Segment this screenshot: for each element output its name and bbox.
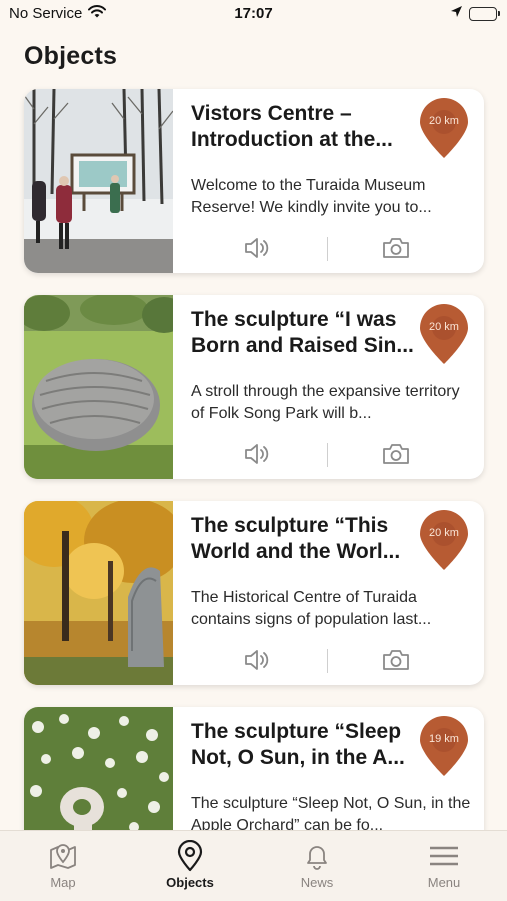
- object-title[interactable]: Vistors Centre – Introduction at the...: [191, 101, 416, 153]
- tab-label: News: [300, 875, 334, 890]
- tab-label: Map: [50, 875, 76, 890]
- actions-divider: [327, 237, 328, 261]
- bell-icon: [307, 846, 327, 870]
- speaker-icon: [245, 650, 269, 670]
- actions-divider: [327, 649, 328, 673]
- distance-badge: 20 km: [417, 98, 471, 160]
- status-time: 17:07: [234, 5, 273, 22]
- object-description: The Historical Centre of Turaida contain…: [191, 589, 432, 628]
- tab-label: Objects: [166, 875, 214, 890]
- audio-button[interactable]: [243, 235, 273, 261]
- audio-button[interactable]: [243, 647, 273, 673]
- tab-news[interactable]: News: [254, 831, 380, 901]
- object-card[interactable]: Vistors Centre – Introduction at the... …: [24, 89, 484, 273]
- object-description: A stroll through the expansive territory…: [191, 383, 460, 422]
- object-card[interactable]: The sculpture “I was Born and Raised Sin…: [24, 295, 484, 479]
- card-actions: [173, 439, 484, 469]
- object-title[interactable]: The sculpture “I was Born and Raised Sin…: [191, 307, 416, 359]
- winter-visitors-board-photo: [24, 89, 173, 273]
- map-marker-icon: [420, 716, 468, 776]
- location-arrow-icon: [450, 5, 463, 22]
- object-description: Welcome to the Turaida Museum Reserve! W…: [191, 177, 432, 216]
- map-marker-icon: [420, 98, 468, 158]
- camera-button[interactable]: [381, 235, 411, 261]
- tab-bar: Map Objects News Menu: [0, 830, 507, 901]
- camera-icon: [383, 444, 409, 464]
- object-title[interactable]: The sculpture “Sleep Not, O Sun, in the …: [191, 719, 416, 771]
- speaker-icon: [245, 238, 269, 258]
- location-pin-icon: [177, 840, 203, 872]
- tab-objects[interactable]: Objects: [127, 831, 253, 901]
- audio-button[interactable]: [243, 441, 273, 467]
- hamburger-menu-icon: [430, 846, 458, 866]
- object-title[interactable]: The sculpture “This World and the Worl..…: [191, 513, 416, 565]
- map-marker-icon: [420, 304, 468, 364]
- object-card[interactable]: The sculpture “This World and the Worl..…: [24, 501, 484, 685]
- distance-label: 20 km: [429, 321, 459, 333]
- battery-charging-icon: [469, 6, 500, 21]
- speaker-icon: [245, 444, 269, 464]
- card-actions: [173, 645, 484, 675]
- camera-icon: [383, 650, 409, 670]
- tab-map[interactable]: Map: [0, 831, 126, 901]
- tab-menu[interactable]: Menu: [381, 831, 507, 901]
- stone-sculpture-park-photo: [24, 295, 173, 479]
- distance-label: 20 km: [429, 115, 459, 127]
- distance-label: 20 km: [429, 527, 459, 539]
- autumn-sculpture-photo: [24, 501, 173, 685]
- page-title: Objects: [24, 42, 118, 70]
- distance-badge: 19 km: [417, 716, 471, 778]
- status-right: [450, 5, 500, 22]
- camera-button[interactable]: [381, 441, 411, 467]
- status-bar: No Service 17:07: [0, 0, 507, 30]
- distance-badge: 20 km: [417, 304, 471, 366]
- distance-badge: 20 km: [417, 510, 471, 572]
- camera-button[interactable]: [381, 647, 411, 673]
- camera-icon: [383, 238, 409, 258]
- card-actions: [173, 233, 484, 263]
- distance-label: 19 km: [429, 733, 459, 745]
- tab-label: Menu: [427, 875, 461, 890]
- map-marker-icon: [420, 510, 468, 570]
- map-pin-icon: [50, 844, 76, 869]
- actions-divider: [327, 443, 328, 467]
